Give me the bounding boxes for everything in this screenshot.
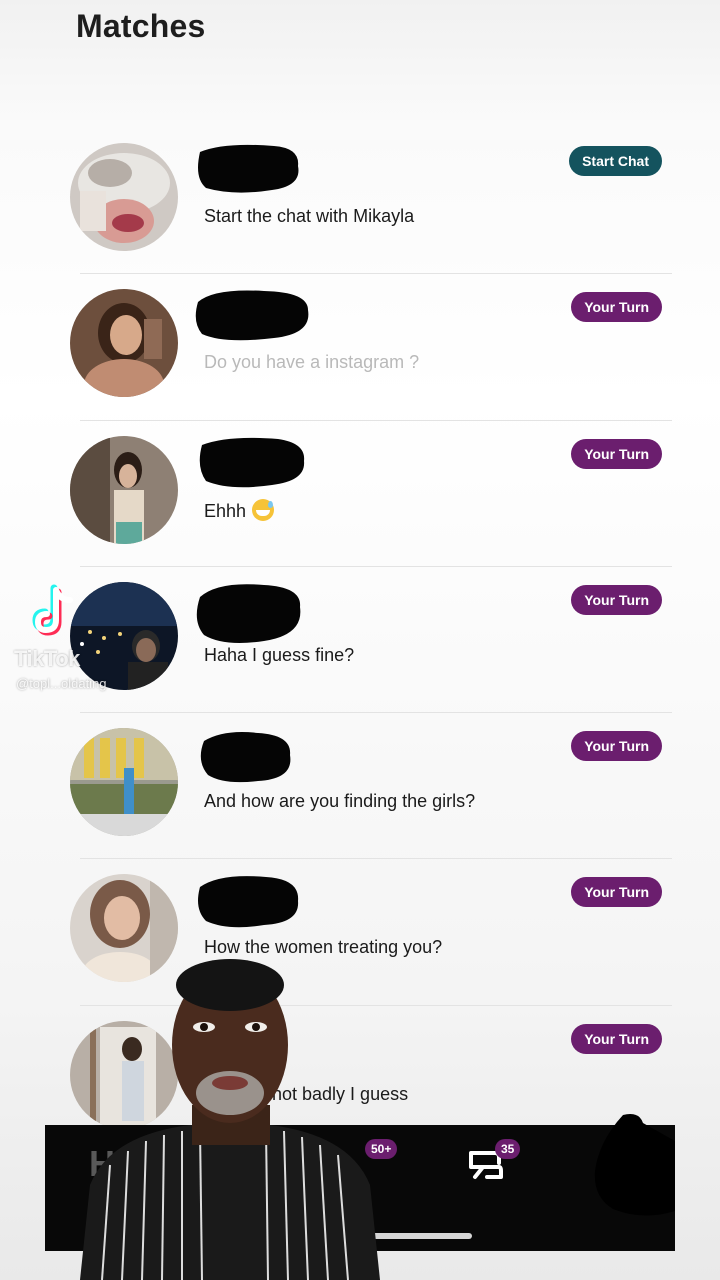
avatar[interactable] xyxy=(70,289,178,398)
your-turn-badge[interactable]: Your Turn xyxy=(571,877,662,908)
avatar[interactable] xyxy=(70,143,178,251)
your-turn-badge[interactable]: Your Turn xyxy=(571,438,662,469)
last-message: Haha I guess fine? xyxy=(204,644,355,665)
tiktok-handle: @topl...oldating xyxy=(16,676,107,691)
tiktok-wordmark: TikTok xyxy=(14,646,80,671)
last-message-text: Ehhh xyxy=(204,500,247,521)
match-row[interactable]: And how are you finding the girls? Your … xyxy=(0,713,720,860)
your-turn-badge[interactable]: Your Turn xyxy=(571,731,662,762)
last-message: Ehhh xyxy=(204,498,275,522)
last-message: And how are you finding the girls? xyxy=(204,791,476,812)
redacted-profile-icon[interactable] xyxy=(583,1111,675,1221)
match-row[interactable]: Start the chat with Mikayla Start Chat xyxy=(0,128,720,275)
page-title: Matches xyxy=(76,8,206,44)
tiktok-logo-icon xyxy=(32,584,73,636)
chats-count-badge: 35 xyxy=(495,1139,521,1159)
your-turn-badge[interactable]: Your Turn xyxy=(571,292,662,323)
avatar[interactable] xyxy=(70,435,178,544)
redacted-name xyxy=(195,290,309,341)
your-turn-badge[interactable]: Your Turn xyxy=(571,584,662,615)
last-message: Start the chat with Mikayla xyxy=(204,206,415,226)
redacted-name xyxy=(196,584,301,643)
redacted-name xyxy=(200,732,291,783)
tiktok-watermark: TikTok @topl...oldating xyxy=(10,584,170,696)
avatar[interactable] xyxy=(70,728,178,837)
start-chat-button[interactable]: Start Chat xyxy=(569,146,662,176)
presenter-overlay xyxy=(80,959,380,1280)
grinning-sweat-emoji-icon xyxy=(252,498,275,521)
redacted-name xyxy=(199,437,305,487)
match-row[interactable]: Ehhh Your Turn xyxy=(0,421,720,568)
redacted-name xyxy=(198,144,299,193)
match-row[interactable]: Do you have a instagram ? Your Turn xyxy=(0,274,720,421)
your-turn-badge[interactable]: Your Turn xyxy=(571,1023,662,1054)
redacted-name xyxy=(198,876,299,928)
last-message: Do you have a instagram ? xyxy=(204,352,420,373)
